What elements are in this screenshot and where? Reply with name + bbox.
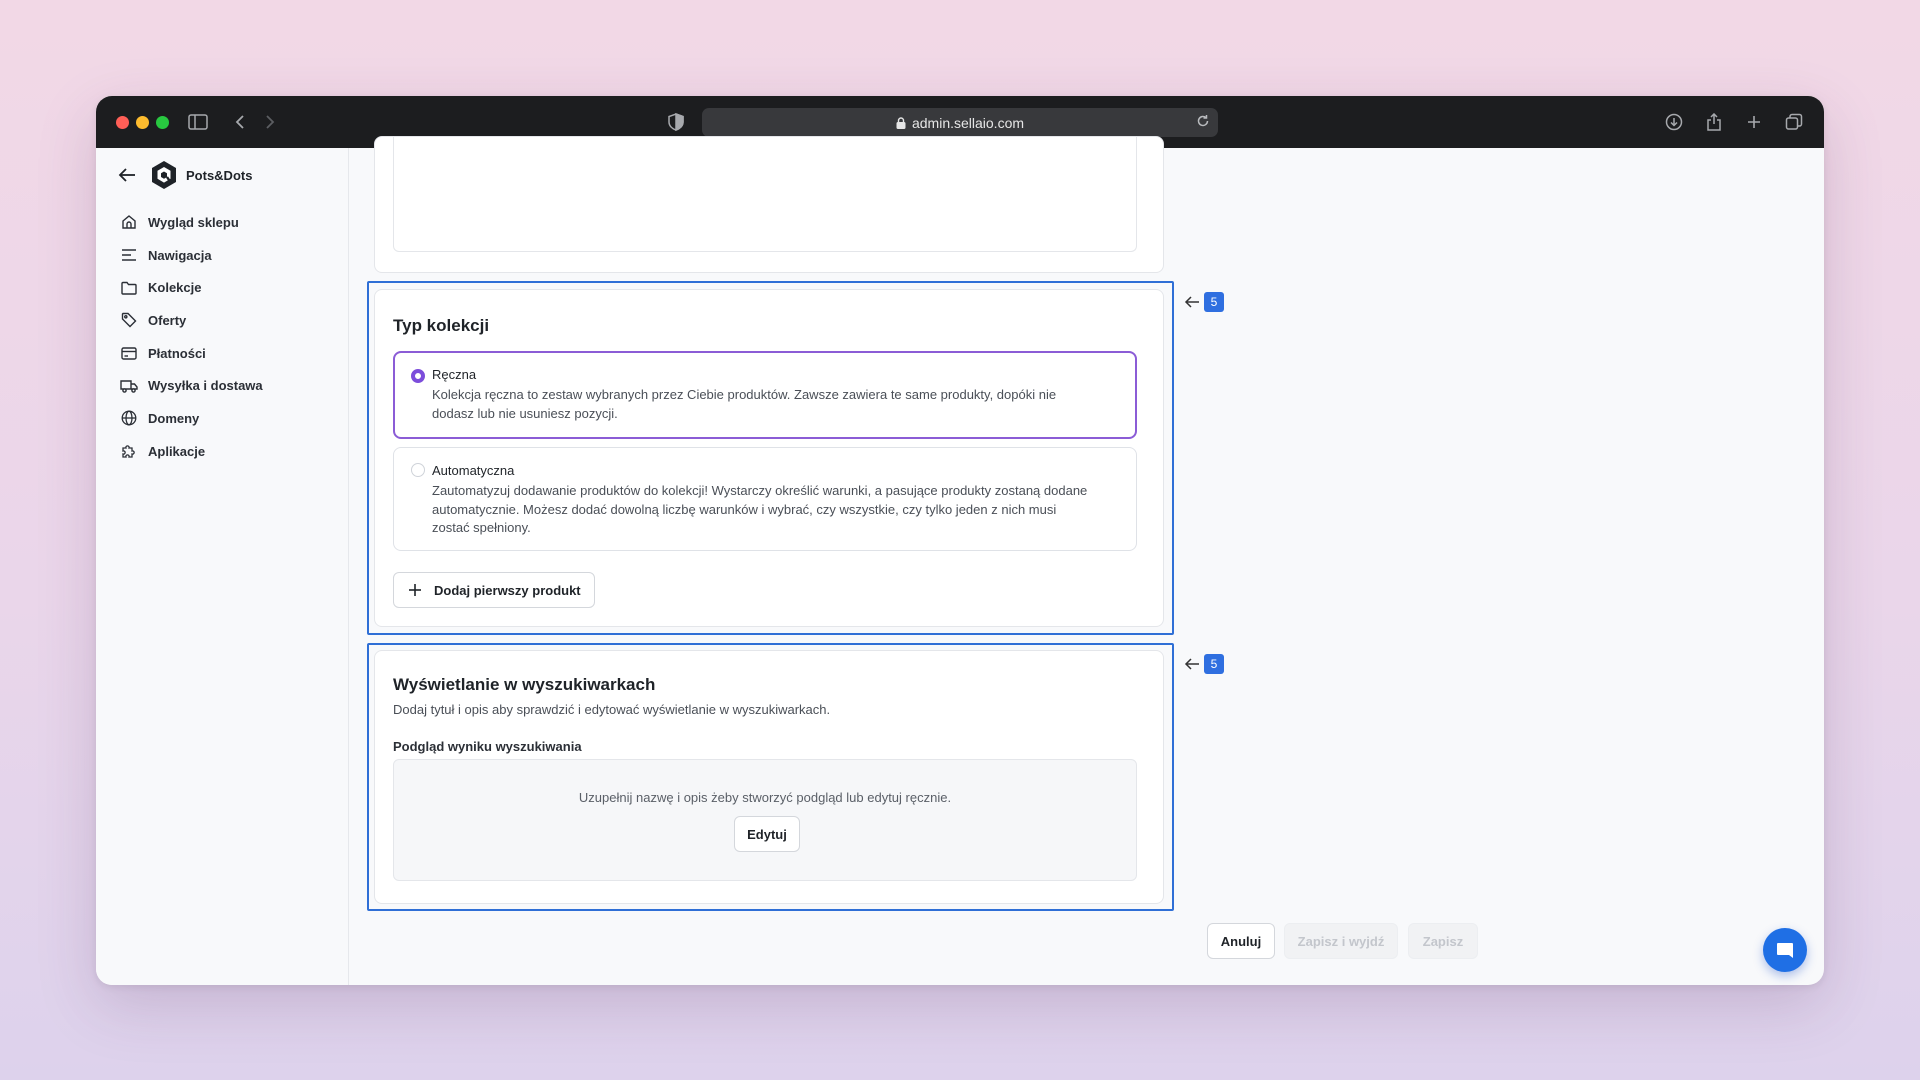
sidebar-item-label: Oferty [148, 312, 187, 328]
sidebar-item-label: Wysyłka i dostawa [148, 378, 263, 394]
save-button[interactable]: Zapisz [1408, 923, 1478, 959]
cancel-button[interactable]: Anuluj [1207, 923, 1275, 959]
sidebar: Pots&Dots Wygląd sklepu Nawigacja Kolekc… [96, 148, 349, 985]
chat-widget-button[interactable] [1763, 928, 1807, 972]
preview-label: Podgląd wyniku wyszukiwania [393, 739, 582, 754]
option-description-line: dodasz lub nie usuniesz pozycji. [432, 405, 618, 421]
card-title: Wyświetlanie w wyszukiwarkach [393, 675, 656, 694]
sidebar-item-label: Płatności [148, 345, 206, 361]
preview-placeholder-text: Uzupełnij nazwę i opis żeby stworzyć pod… [578, 790, 952, 805]
home-icon [120, 213, 138, 231]
sidebar-item-label: Domeny [148, 410, 200, 426]
brand: Pots&Dots [118, 160, 252, 190]
marker-badge: 5 [1204, 292, 1224, 312]
sidebar-item-domains[interactable]: Domeny [120, 402, 340, 435]
sidebar-item-payments[interactable]: Płatności [120, 337, 340, 370]
reload-icon[interactable] [1196, 114, 1210, 128]
sidebar-item-offers[interactable]: Oferty [120, 304, 340, 337]
url-text: admin.sellaio.com [911, 114, 1025, 131]
sidebar-item-label: Wygląd sklepu [148, 214, 239, 230]
previous-section-card [374, 136, 1164, 273]
tab-overview-icon[interactable] [1782, 110, 1806, 134]
marker-badge: 5 [1204, 654, 1224, 674]
new-tab-icon[interactable] [1742, 110, 1766, 134]
option-title: Automatyczna [432, 463, 515, 478]
forward-nav-icon[interactable] [258, 110, 282, 134]
sidebar-item-shipping[interactable]: Wysyłka i dostawa [120, 369, 340, 402]
sidebar-item-store-appearance[interactable]: Wygląd sklepu [120, 206, 340, 239]
puzzle-icon [120, 442, 138, 460]
option-description-line: automatycznie. Możesz dodać dowolną licz… [432, 501, 1057, 517]
address-bar[interactable]: admin.sellaio.com [702, 108, 1218, 137]
share-icon[interactable] [1702, 110, 1726, 134]
option-description-line: Zautomatyzuj dodawanie produktów do kole… [432, 483, 1088, 498]
radio-automatic[interactable] [411, 463, 425, 477]
seo-card: Wyświetlanie w wyszukiwarkach Dodaj tytu… [374, 650, 1164, 904]
main-content: Typ kolekcji Ręczna Kolekcja ręczna to z… [350, 136, 1824, 985]
sidebar-item-apps[interactable]: Aplikacje [120, 435, 340, 468]
seo-marker: 5 [1184, 654, 1224, 674]
collection-type-card: Typ kolekcji Ręczna Kolekcja ręczna to z… [374, 289, 1164, 627]
back-arrow-icon[interactable] [118, 167, 136, 183]
chat-bubble-icon [1775, 940, 1795, 960]
brand-name: Pots&Dots [186, 167, 253, 183]
shield-privacy-icon[interactable] [664, 110, 688, 134]
description-editor-area[interactable] [393, 137, 1137, 252]
arrow-left-icon [1184, 657, 1200, 671]
brand-logo-icon [150, 160, 178, 190]
save-and-exit-button[interactable]: Zapisz i wyjdź [1284, 923, 1398, 959]
arrow-left-icon [1184, 295, 1200, 309]
minimize-window-button[interactable] [136, 116, 149, 129]
back-nav-icon[interactable] [228, 110, 252, 134]
zoom-window-button[interactable] [156, 116, 169, 129]
sidebar-toggle-icon[interactable] [186, 110, 210, 134]
option-description: Zautomatyzuj dodawanie produktów do kole… [432, 482, 1087, 538]
tag-icon [120, 311, 138, 329]
download-icon[interactable] [1662, 110, 1686, 134]
sidebar-item-collections[interactable]: Kolekcje [120, 271, 340, 304]
sidebar-item-label: Nawigacja [148, 247, 212, 263]
globe-icon [120, 409, 138, 427]
lock-icon [896, 116, 906, 129]
radio-manual[interactable] [411, 369, 425, 383]
search-preview-box: Uzupełnij nazwę i opis żeby stworzyć pod… [393, 759, 1137, 881]
sidebar-nav: Wygląd sklepu Nawigacja Kolekcje Oferty [120, 206, 340, 468]
menu-lines-icon [120, 246, 138, 264]
add-first-product-button[interactable]: Dodaj pierwszy produkt [393, 572, 595, 608]
card-subtitle: Dodaj tytuł i opis aby sprawdzić i edyto… [393, 702, 831, 717]
add-first-product-label: Dodaj pierwszy produkt [434, 582, 581, 598]
option-manual[interactable]: Ręczna Kolekcja ręczna to zestaw wybrany… [393, 351, 1137, 439]
option-description-line: Kolekcja ręczna to zestaw wybranych prze… [432, 387, 1057, 402]
option-automatic[interactable]: Automatyczna Zautomatyzuj dodawanie prod… [393, 447, 1137, 551]
folder-icon [120, 279, 138, 297]
collection-type-marker: 5 [1184, 292, 1224, 312]
sidebar-item-label: Kolekcje [148, 280, 202, 296]
browser-window: admin.sellaio.com Pots&Dots Wygląd sklep… [96, 96, 1824, 985]
option-title: Ręczna [432, 367, 477, 382]
edit-button[interactable]: Edytuj [734, 816, 800, 852]
option-description-line: zostać spełniony. [432, 520, 531, 535]
plus-icon [408, 583, 422, 597]
sidebar-item-label: Aplikacje [148, 443, 206, 459]
card-title: Typ kolekcji [393, 316, 490, 335]
close-window-button[interactable] [116, 116, 129, 129]
sidebar-item-navigation[interactable]: Nawigacja [120, 239, 340, 272]
truck-icon [120, 377, 138, 395]
credit-card-icon [120, 344, 138, 362]
option-description: Kolekcja ręczna to zestaw wybranych prze… [432, 386, 1056, 423]
